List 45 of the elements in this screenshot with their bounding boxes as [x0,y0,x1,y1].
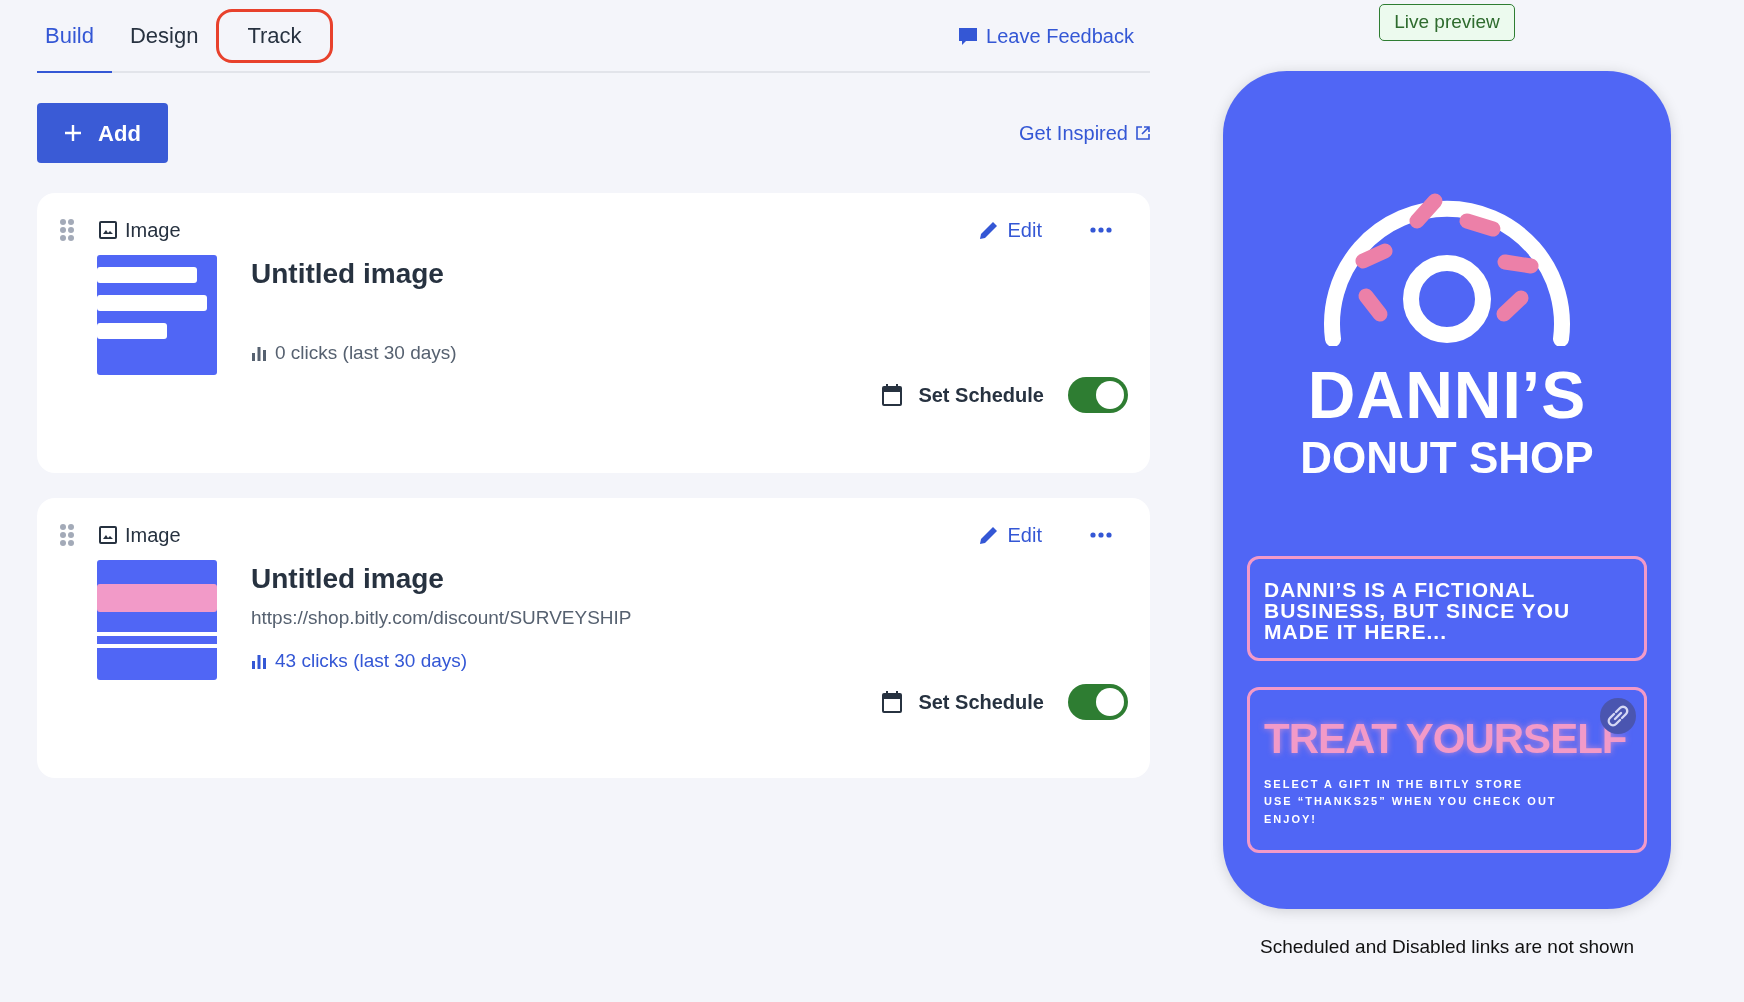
toggle-switch[interactable] [1068,377,1128,413]
tab[interactable]: Track [216,8,333,63]
link-url: https://shop.bitly.com/discount/SURVEYSHIP [251,606,632,630]
pencil-icon [977,524,1000,546]
chat-bubble-icon [958,25,979,46]
tile-text: USE “THANKS25” WHEN YOU CHECK OUT [1264,794,1558,810]
plus-icon [64,124,83,142]
set-schedule-button[interactable]: Set Schedule [882,380,1044,410]
add-button[interactable]: Add [37,103,168,163]
edit-link[interactable]: Edit [977,215,1042,245]
link-title: Untitled image [251,257,445,291]
preview-note: Scheduled and Disabled links are not shown [1260,934,1634,959]
more-options-icon[interactable] [1090,227,1112,233]
toggle-switch[interactable] [1068,684,1128,720]
click-count-link[interactable]: 0 clicks (last 30 days) [251,339,457,368]
more-options-icon[interactable] [1090,532,1112,538]
tile-text: ENJOY! [1264,811,1318,827]
tile-text: DANNI’S IS A FICTIONAL BUSINESS, BUT SINCE YOU MADE IT HERE... [1264,578,1572,642]
live-preview-badge: Live preview [1379,4,1515,41]
external-link-icon [1136,126,1150,140]
tab[interactable]: Build [37,0,112,73]
set-schedule-button[interactable]: Set Schedule [882,687,1044,717]
tab[interactable]: Design [111,0,217,72]
link-title: Untitled image [251,562,445,596]
calendar-icon [882,691,903,713]
drag-handle-icon[interactable] [59,218,75,242]
bar-chart-icon [251,345,267,362]
tile-headline: TREAT YOURSELF [1264,717,1628,760]
link-type-label: Image [125,218,181,243]
bar-chart-icon [251,652,267,669]
calendar-icon [882,384,903,406]
click-count-link[interactable]: 43 clicks (last 30 days) [251,646,632,675]
feedback-link[interactable]: Leave Feedback [958,20,1134,51]
get-inspired-link[interactable]: Get Inspired [1019,118,1150,148]
link-type-label: Image [125,523,181,548]
link-tile[interactable]: DANNI’S IS A FICTIONAL BUSINESS, BUT SINCE YOU MADE IT HERE... [1247,555,1647,661]
link-tile[interactable]: TREAT YOURSELF SELECT A GIFT IN THE BITLY STORE USE “THANKS25” WHEN YOU CHECK OUT ENJOY! [1247,686,1647,854]
drag-handle-icon[interactable] [59,523,75,547]
tile-text: SELECT A GIFT IN THE BITLY STORE [1264,776,1525,792]
edit-link[interactable]: Edit [977,520,1042,550]
logo-title: DANNI’S [1307,361,1587,428]
image-icon [99,221,117,239]
pencil-icon [977,219,1000,241]
logo-subtitle: DONUT SHOP [1300,435,1594,480]
image-icon [99,526,117,544]
